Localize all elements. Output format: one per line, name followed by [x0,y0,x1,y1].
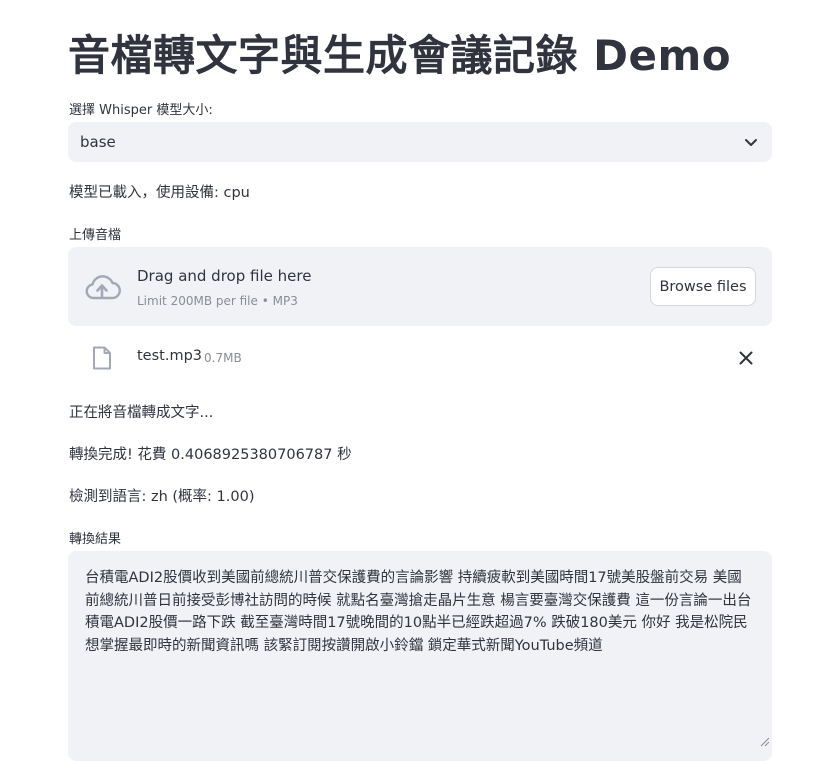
transcription-textarea[interactable]: 台積電ADI2股價收到美國前總統川普交保護費的言論影響 持續疲軟到美國時間17號… [68,551,772,761]
main-content: 音檔轉文字與生成會議記錄 Demo 選擇 Whisper 模型大小: base … [0,0,837,761]
cloud-upload-icon [85,275,121,300]
conversion-done-status: 轉換完成! 花費 0.4068925380706787 秒 [69,447,352,463]
language-detection-status: 檢測到語言: zh (概率: 1.00) [69,489,255,505]
resize-handle-icon[interactable] [760,737,770,747]
chevron-down-icon [745,139,757,146]
result-label: 轉換結果 [69,532,122,547]
close-icon[interactable] [738,350,754,366]
uploaded-file-row: test.mp3 0.7MB [68,340,772,376]
uploader-label: 上傳音檔 [69,228,122,243]
file-name: test.mp3 [137,348,203,364]
file-size: 0.7MB [204,351,242,365]
model-select-value: base [80,133,116,151]
dropzone-instruction: Drag and drop file here [137,267,312,285]
page-title: 音檔轉文字與生成會議記錄 Demo [68,31,732,80]
model-status-text: 模型已載入，使用設備: cpu [69,185,250,201]
file-dropzone[interactable]: Drag and drop file here Limit 200MB per … [68,247,772,326]
model-size-select[interactable]: base [68,122,772,162]
file-icon [93,346,111,370]
model-select-label: 選擇 Whisper 模型大小: [69,103,213,118]
dropzone-limit: Limit 200MB per file • MP3 [137,294,298,308]
browse-files-button[interactable]: Browse files [650,267,756,306]
converting-status: 正在將音檔轉成文字... [69,405,214,421]
